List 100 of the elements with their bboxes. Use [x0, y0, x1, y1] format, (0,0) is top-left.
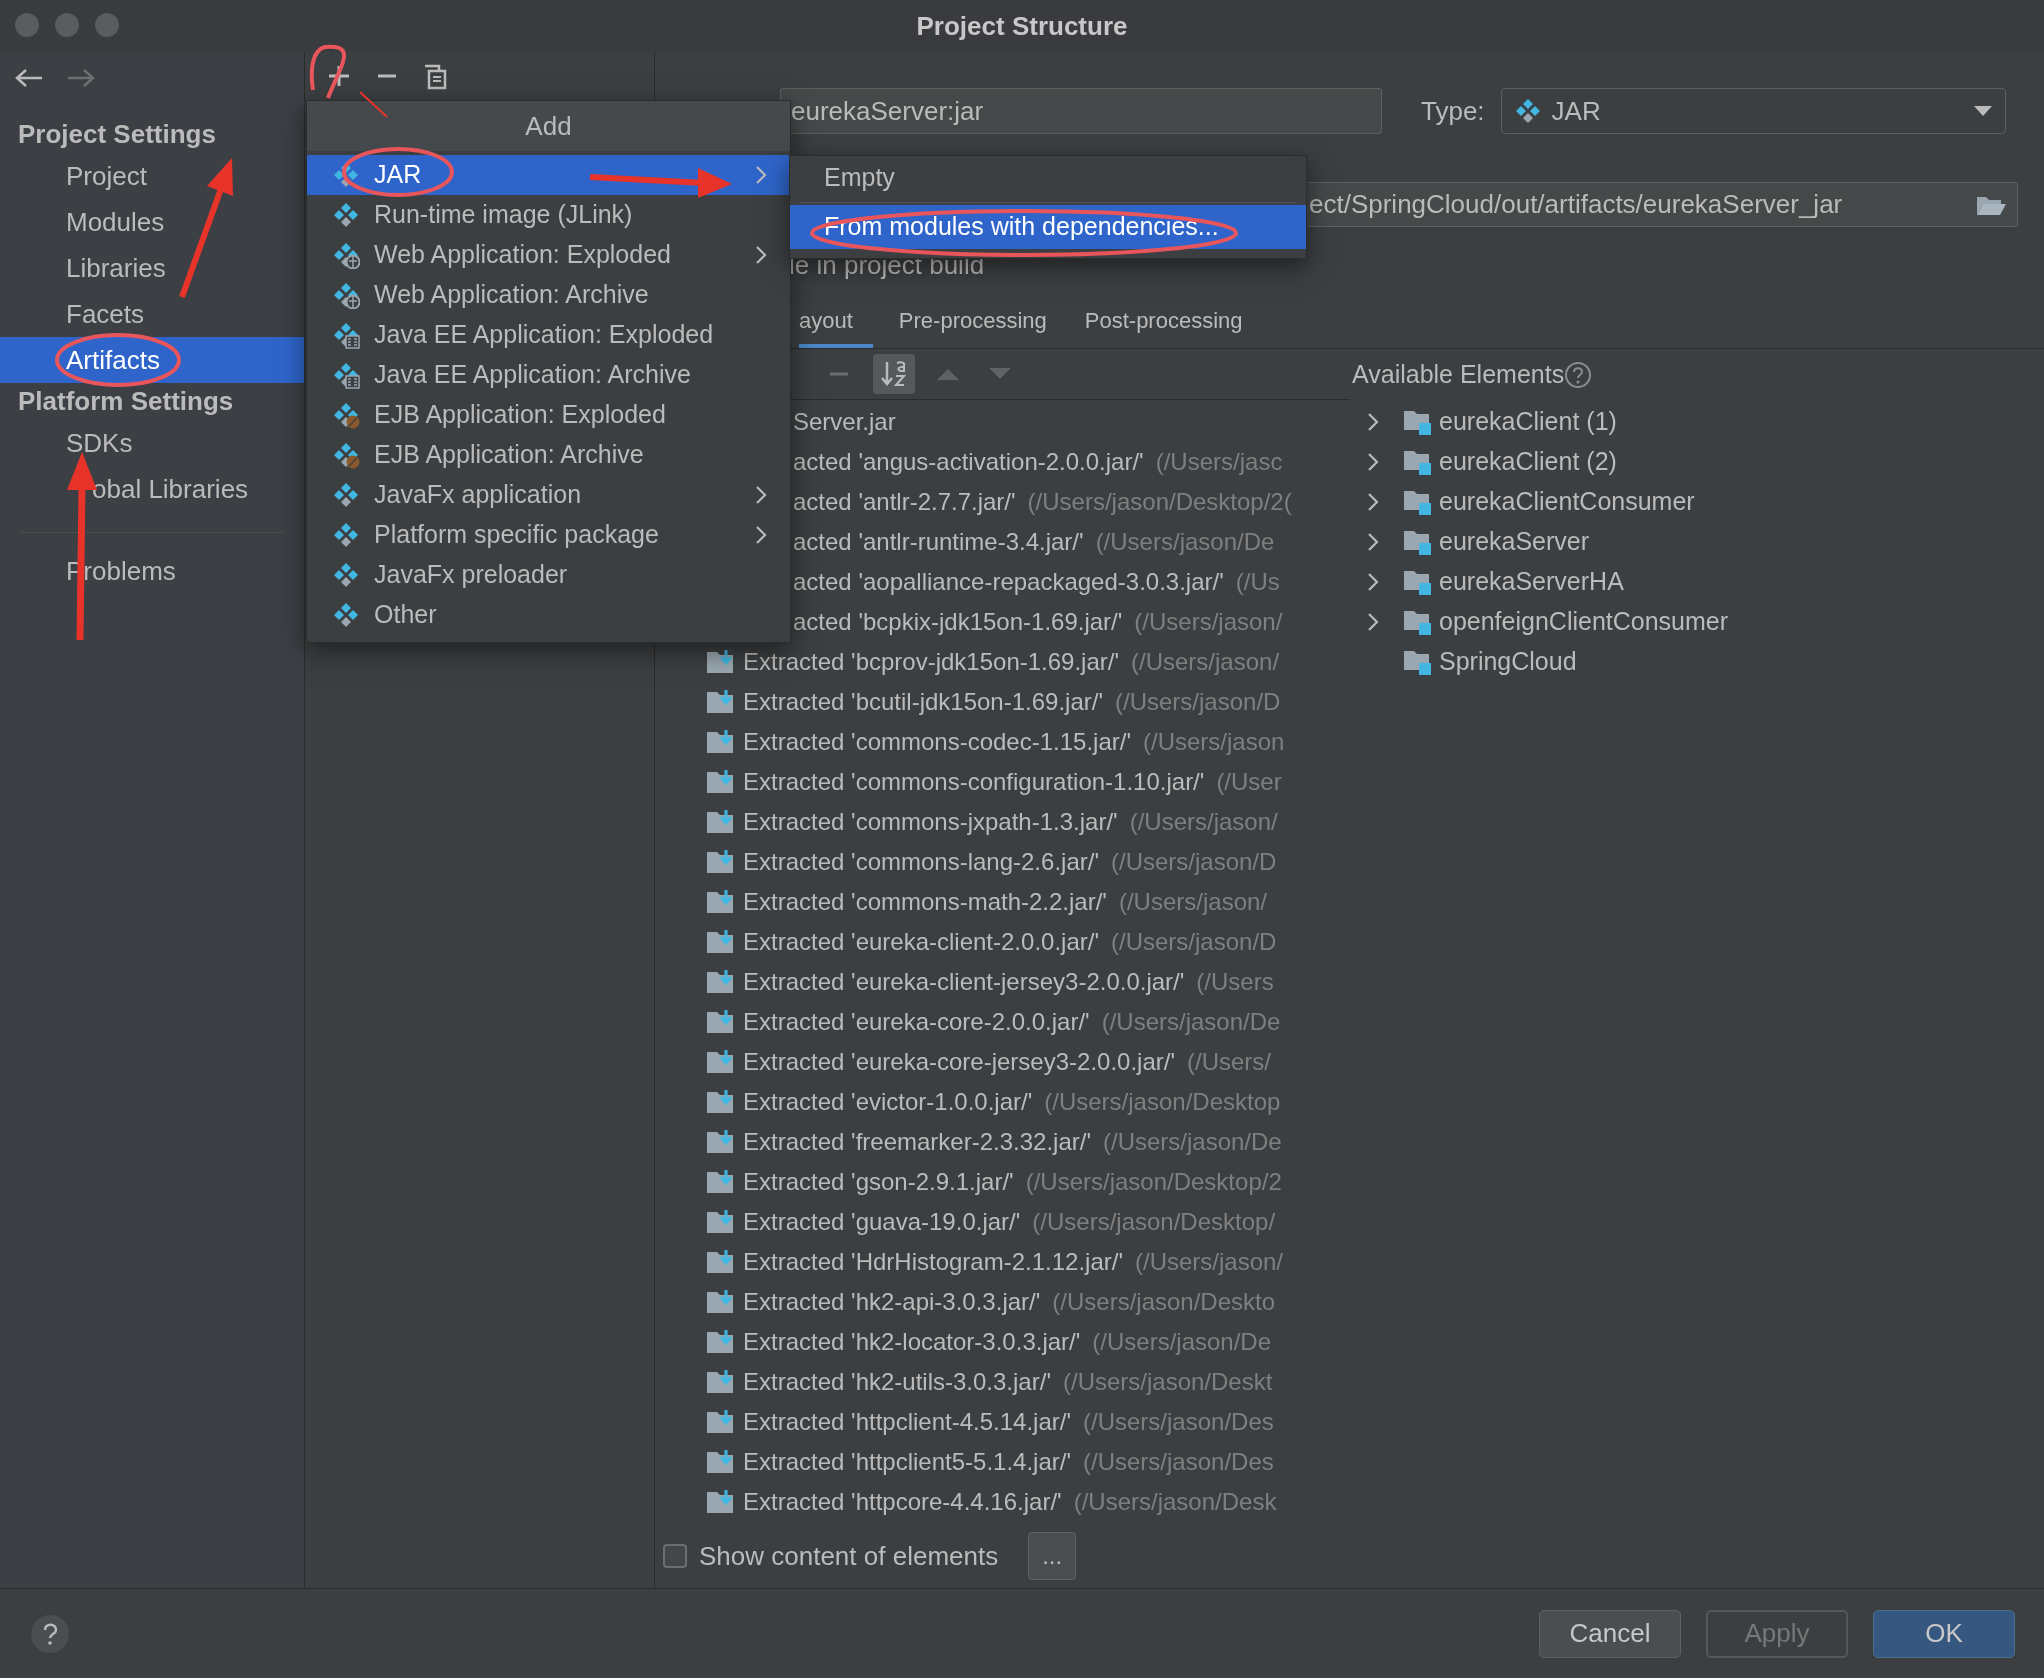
extracted-folder-icon [705, 689, 735, 715]
menu-item[interactable]: JavaFx application [307, 475, 790, 515]
tree-item[interactable]: Extracted 'httpcore-4.4.16.jar/' (/Users/jason/Desk [655, 1482, 1352, 1522]
dialog-button[interactable]: OK [1873, 1609, 2015, 1658]
extracted-folder-icon [705, 1089, 735, 1115]
menu-item[interactable]: Java EE Application: Archive [307, 355, 790, 395]
tree-item[interactable]: Extracted 'hk2-utils-3.0.3.jar/' (/Users/jason/Deskt [655, 1362, 1352, 1402]
menu-item[interactable]: Web Application: Exploded [307, 235, 790, 275]
help-icon[interactable] [1564, 360, 1593, 389]
tree-item[interactable]: Extracted 'hk2-locator-3.0.3.jar/' (/Users/jason/De [655, 1322, 1352, 1362]
chevron-right-icon[interactable] [1366, 451, 1380, 473]
menu-item[interactable]: JAR [307, 155, 790, 195]
extracted-folder-icon [705, 1489, 735, 1515]
dropdown-caret-icon [1972, 105, 1993, 117]
chevron-right-icon[interactable] [1366, 491, 1380, 513]
menu-item[interactable]: Java EE Application: Exploded [307, 315, 790, 355]
tree-item[interactable]: Extracted 'eureka-client-2.0.0.jar/' (/Users/jason/D [655, 922, 1352, 962]
chevron-right-icon[interactable] [1366, 571, 1380, 593]
tree-item[interactable]: Extracted 'commons-codec-1.15.jar/' (/Users/jason [655, 722, 1352, 762]
sidebar-item[interactable]: obal Libraries [0, 466, 304, 512]
type-dropdown[interactable]: JAR [1500, 88, 2006, 134]
extracted-folder-icon [705, 729, 735, 755]
tree-item[interactable]: Extracted 'httpclient5-5.1.4.jar/' (/Users/jason/Des [655, 1442, 1352, 1482]
web-artifact-icon [332, 281, 360, 309]
tree-item[interactable]: eurekaServer [1352, 522, 2044, 562]
extracted-folder-icon [705, 849, 735, 875]
chevron-right-icon[interactable] [1366, 411, 1380, 433]
chevron-right-icon[interactable] [1366, 611, 1380, 633]
extracted-folder-icon [705, 1009, 735, 1035]
extracted-folder-icon [705, 1449, 735, 1475]
tree-item[interactable]: Extracted 'bcprov-jdk15on-1.69.jar/' (/Users/jason/ [655, 642, 1352, 682]
enterprise-artifact-icon [332, 321, 360, 349]
module-folder-icon [1401, 408, 1433, 436]
tab[interactable]: Pre-processing [898, 296, 1047, 348]
sort-alphabetically-icon [879, 359, 909, 389]
tree-item[interactable]: Extracted 'httpclient-4.5.14.jar/' (/Users/jason/Des [655, 1402, 1352, 1442]
sidebar-item[interactable]: Artifacts [0, 337, 304, 383]
extracted-folder-icon [705, 769, 735, 795]
sort-button[interactable] [873, 354, 915, 394]
tree-item[interactable]: openfeignClientConsumer [1352, 602, 2044, 642]
sidebar-item[interactable]: Facets [0, 291, 304, 337]
checkbox[interactable] [663, 1544, 687, 1568]
annotation-line [359, 91, 388, 118]
tree-item[interactable]: Extracted 'evictor-1.0.0.jar/' (/Users/jason/Desktop [655, 1082, 1352, 1122]
tree-item[interactable]: eurekaClient (2) [1352, 442, 2044, 482]
tree-item[interactable]: Extracted 'eureka-core-2.0.0.jar/' (/Users/jason/De [655, 1002, 1352, 1042]
chevron-right-icon[interactable] [1366, 531, 1380, 553]
enterprise-artifact-icon [332, 361, 360, 389]
tree-item[interactable]: SpringCloud [1352, 642, 2044, 682]
extracted-folder-icon [705, 649, 735, 675]
tree-item[interactable]: Extracted 'gson-2.9.1.jar/' (/Users/jason/Desktop/2 [655, 1162, 1352, 1202]
menu-item[interactable]: Web Application: Archive [307, 275, 790, 315]
menu-item[interactable]: EJB Application: Archive [307, 435, 790, 475]
extracted-folder-icon [705, 1329, 735, 1355]
menu-item[interactable]: JavaFx preloader [307, 555, 790, 595]
artifact-icon [332, 481, 360, 509]
tree-item[interactable]: Extracted 'eureka-core-jersey3-2.0.0.jar/' (/Users/ [655, 1042, 1352, 1082]
menu-item[interactable]: Platform specific package [307, 515, 790, 555]
sidebar-item[interactable]: SDKs [0, 420, 304, 466]
menu-item[interactable]: Other [307, 595, 790, 635]
extracted-folder-icon [705, 1409, 735, 1435]
tree-item[interactable]: Extracted 'HdrHistogram-2.1.12.jar/' (/Users/jason/ [655, 1242, 1352, 1282]
extracted-folder-icon [705, 1289, 735, 1315]
tree-item[interactable]: Extracted 'guava-19.0.jar/' (/Users/jason/Desktop/ [655, 1202, 1352, 1242]
tree-item[interactable]: Extracted 'commons-jxpath-1.3.jar/' (/Users/jason/ [655, 802, 1352, 842]
tree-item[interactable]: Extracted 'hk2-api-3.0.3.jar/' (/Users/jason/Deskto [655, 1282, 1352, 1322]
bean-artifact-icon [332, 401, 360, 429]
tree-item[interactable]: Extracted 'commons-lang-2.6.jar/' (/Users/jason/D [655, 842, 1352, 882]
type-label: Type: [1421, 94, 1485, 128]
tree-item[interactable]: Extracted 'bcutil-jdk15on-1.69.jar/' (/Users/jason/D [655, 682, 1352, 722]
tree-item[interactable]: Extracted 'eureka-client-jersey3-2.0.0.jar/' (/Users [655, 962, 1352, 1002]
tree-item[interactable]: Extracted 'commons-configuration-1.10.jar/' (/User [655, 762, 1352, 802]
annotation-scribble [309, 44, 346, 99]
help-icon[interactable] [30, 1613, 70, 1654]
more-button[interactable]: ... [1028, 1532, 1077, 1580]
extracted-folder-icon [705, 809, 735, 835]
menu-item[interactable]: EJB Application: Exploded [307, 395, 790, 435]
back-arrow-icon[interactable] [14, 67, 44, 89]
sidebar-item[interactable]: Modules [0, 199, 304, 245]
tree-item[interactable]: eurekaClient (1) [1352, 402, 2044, 442]
tab[interactable]: Post-processing [1084, 296, 1243, 348]
menu-item[interactable]: Run-time image (JLink) [307, 195, 790, 235]
artifact-icon [332, 561, 360, 589]
sidebar-item[interactable]: Project [0, 153, 304, 199]
tree-item[interactable]: eurekaClientConsumer [1352, 482, 2044, 522]
module-folder-icon [1401, 528, 1433, 556]
panel-title: Available Elements [1352, 358, 1565, 390]
extracted-folder-icon [705, 1169, 735, 1195]
tab[interactable]: ayout [799, 296, 873, 348]
module-folder-icon [1401, 568, 1433, 596]
tree-item[interactable]: Extracted 'freemarker-2.3.32.jar/' (/Users/jason/De [655, 1122, 1352, 1162]
tree-item[interactable]: Extracted 'commons-math-2.2.jar/' (/Users/jason/ [655, 882, 1352, 922]
extracted-folder-icon [705, 1209, 735, 1235]
tree-item[interactable]: eurekaServerHA [1352, 562, 2044, 602]
dialog-button[interactable]: Cancel [1539, 1609, 1681, 1658]
sidebar-item[interactable]: Libraries [0, 245, 304, 291]
name-field[interactable]: eurekaServer:jar [780, 88, 1382, 134]
module-folder-icon [1401, 488, 1433, 516]
module-folder-icon [1401, 448, 1433, 476]
extracted-folder-icon [705, 1369, 735, 1395]
